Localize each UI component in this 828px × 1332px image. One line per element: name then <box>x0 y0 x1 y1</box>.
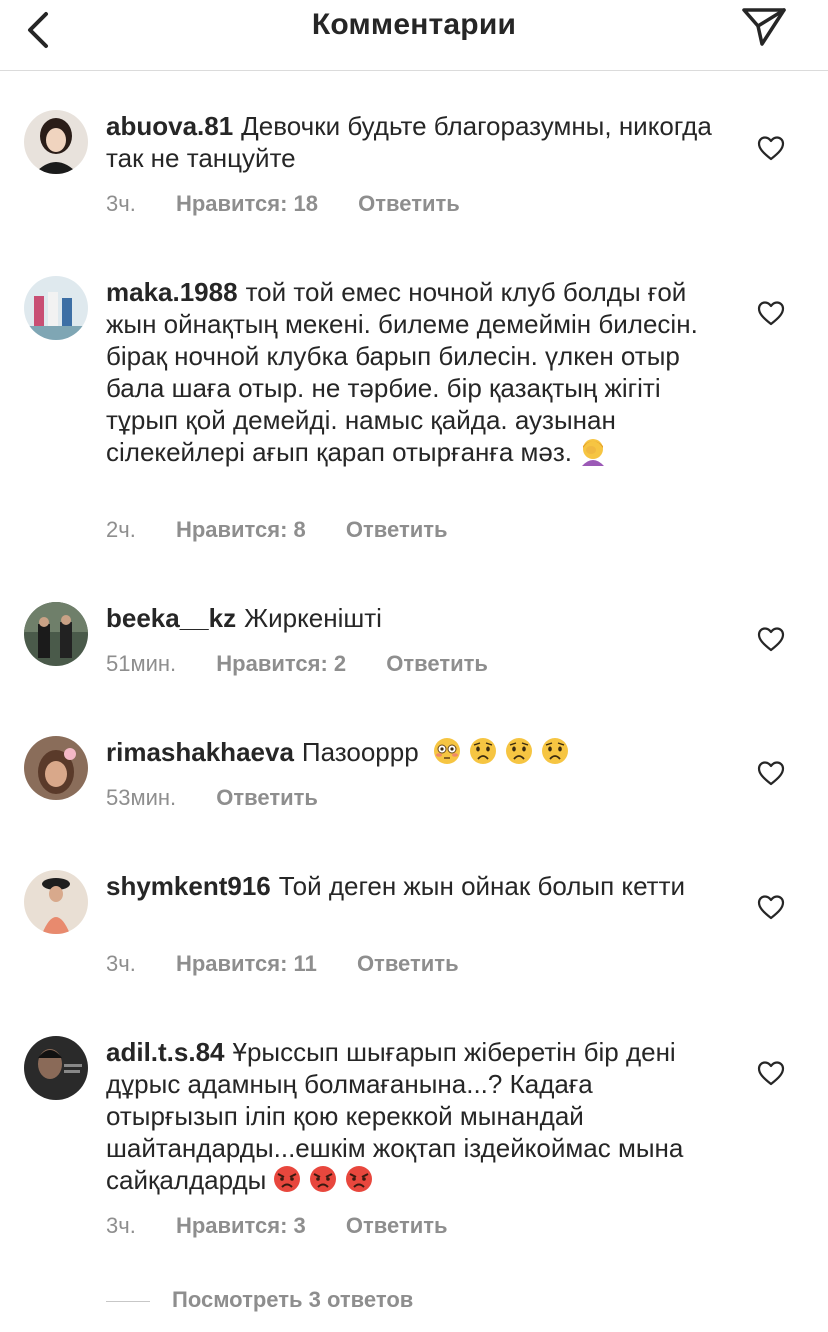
comment-time: 3ч. <box>106 951 136 976</box>
comment-username[interactable]: adil.t.s.84 <box>106 1037 225 1067</box>
comment-text: maka.1988 той той емес ночной клуб болды … <box>106 276 726 468</box>
heart-icon[interactable] <box>756 625 786 653</box>
header-bar: Комментарии <box>0 0 828 71</box>
avatar[interactable] <box>24 736 88 800</box>
heart-icon[interactable] <box>756 299 786 327</box>
share-button[interactable] <box>740 4 788 48</box>
comment-meta: 51мин. Нравится: 2 Ответить <box>106 649 522 679</box>
avatar[interactable] <box>24 870 88 934</box>
comment-meta: 2ч. Нравится: 8 Ответить <box>106 515 482 545</box>
heart-icon[interactable] <box>756 893 786 921</box>
reply-button[interactable]: Ответить <box>216 785 318 810</box>
reply-button[interactable]: Ответить <box>346 1213 448 1238</box>
comment-time: 3ч. <box>106 1213 136 1238</box>
reply-button[interactable]: Ответить <box>346 517 448 542</box>
worried-face-icon <box>469 738 496 764</box>
comment-text: beeka__kz Жиркеніш­ті <box>106 602 726 634</box>
comment-username[interactable]: rimashakhaeva <box>106 737 294 767</box>
reply-button[interactable]: Ответить <box>358 191 460 216</box>
comment-username[interactable]: maka.1988 <box>106 277 238 307</box>
comment-body: Жиркеніш­ті <box>244 603 382 633</box>
flushed-face-icon <box>433 738 460 764</box>
comment-text: shymkent916 Той деген жын ойнак болып кет… <box>106 870 726 902</box>
angry-face-icon <box>346 1166 373 1192</box>
avatar[interactable] <box>24 602 88 666</box>
paper-plane-icon <box>742 8 786 46</box>
worried-face-icon <box>541 738 568 764</box>
comment-time: 3ч. <box>106 191 136 216</box>
comment-text: rimashakhaeva Пазоорpp <box>106 736 726 768</box>
avatar[interactable] <box>24 276 88 340</box>
page-title: Комментарии <box>311 8 517 41</box>
comment-username[interactable]: shymkent916 <box>106 871 271 901</box>
comment-time: 53мин. <box>106 785 177 810</box>
angry-face-icon <box>274 1166 301 1192</box>
comment-text: abuova.81 Девочки будьте благоразумны, ни… <box>106 110 726 174</box>
worried-face-icon <box>505 738 532 764</box>
comment-meta: 3ч. Нравится: 11 Ответить <box>106 949 493 979</box>
woman-facepalming-icon <box>582 439 605 466</box>
comment-meta: 53мин. Ответить <box>106 783 352 813</box>
replies-divider <box>106 1300 150 1302</box>
comment-body: Той деген жын ойнак болып кетти <box>278 871 686 901</box>
view-replies-label: Посмотреть 3 ответов <box>172 1287 414 1312</box>
reply-button[interactable]: Ответить <box>386 651 488 676</box>
likes-count[interactable]: Нравится: 8 <box>176 517 306 542</box>
likes-count[interactable]: Нравится: 11 <box>176 951 317 976</box>
comment-time: 2ч. <box>106 517 136 542</box>
comment-meta: 3ч. Нравится: 3 Ответить <box>106 1211 482 1241</box>
reply-button[interactable]: Ответить <box>357 951 459 976</box>
likes-count[interactable]: Нравится: 3 <box>176 1213 306 1238</box>
comment-time: 51мин. <box>106 651 177 676</box>
view-replies-button[interactable]: Посмотреть 3 ответов <box>106 1285 413 1315</box>
likes-count[interactable]: Нравится: 18 <box>176 191 318 216</box>
comment-body: Пазоорpp <box>301 737 419 767</box>
heart-icon[interactable] <box>756 134 786 162</box>
comment-username[interactable]: beeka__kz <box>106 603 236 633</box>
comment-username[interactable]: abuova.81 <box>106 111 233 141</box>
angry-face-icon <box>310 1166 337 1192</box>
avatar[interactable] <box>24 110 88 174</box>
comment-text: adil.t.s.84 Ұрыссып шығарып жіберетін бір… <box>106 1036 726 1196</box>
avatar[interactable] <box>24 1036 88 1100</box>
heart-icon[interactable] <box>756 1059 786 1087</box>
heart-icon[interactable] <box>756 759 786 787</box>
comment-meta: 3ч. Нравится: 18 Ответить <box>106 189 494 219</box>
likes-count[interactable]: Нравится: 2 <box>216 651 346 676</box>
